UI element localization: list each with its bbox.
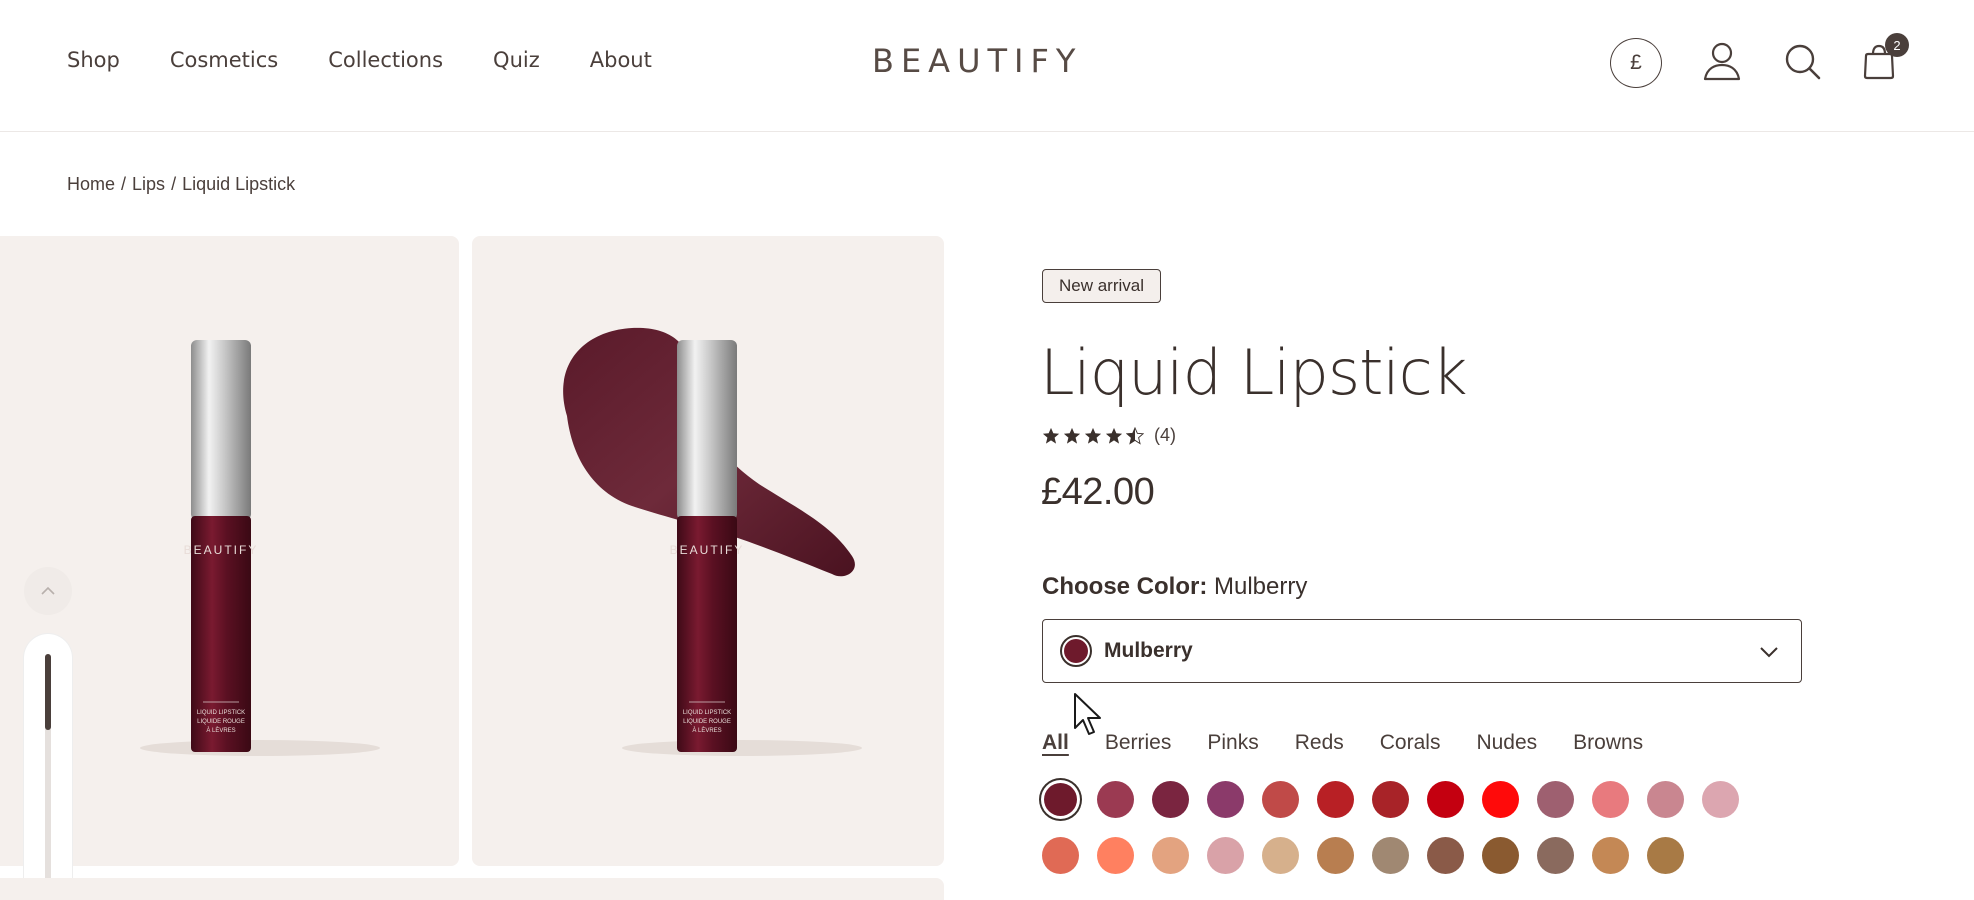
- svg-text:LIQUID LIPSTICK: LIQUID LIPSTICK: [683, 710, 731, 716]
- filter-tab-berries[interactable]: Berries: [1105, 731, 1172, 755]
- currency-symbol: £: [1630, 51, 1642, 74]
- star-icon: [1105, 427, 1123, 444]
- color-swatch[interactable]: [1262, 781, 1299, 818]
- color-swatch[interactable]: [1152, 781, 1189, 818]
- star-icon: [1063, 427, 1081, 444]
- color-filter-tabs: All Berries Pinks Reds Corals Nudes Browns: [1042, 731, 1643, 755]
- color-swatch[interactable]: [1097, 837, 1134, 874]
- breadcrumb-current: Liquid Lipstick: [182, 174, 296, 194]
- color-swatch[interactable]: [1372, 837, 1409, 874]
- nav-quiz[interactable]: Quiz: [493, 48, 540, 72]
- color-swatch[interactable]: [1372, 781, 1409, 818]
- color-swatch[interactable]: [1044, 783, 1077, 816]
- filter-tab-corals[interactable]: Corals: [1380, 731, 1441, 755]
- svg-text:LIQUIDE ROUGE: LIQUIDE ROUGE: [197, 719, 245, 725]
- star-rating: [1042, 426, 1144, 445]
- color-swatch[interactable]: [1042, 837, 1079, 874]
- product-price: £42.00: [1041, 471, 1155, 513]
- filter-tab-browns[interactable]: Browns: [1573, 731, 1643, 755]
- product-image-next[interactable]: [0, 878, 944, 900]
- selected-color-swatch: [1060, 635, 1092, 667]
- color-swatch-row: [1042, 781, 1739, 818]
- color-swatch[interactable]: [1647, 781, 1684, 818]
- color-swatch[interactable]: [1097, 781, 1134, 818]
- filter-tab-pinks[interactable]: Pinks: [1207, 731, 1258, 755]
- star-icon: [1042, 427, 1060, 444]
- color-swatch[interactable]: [1427, 837, 1464, 874]
- svg-text:LIQUIDE ROUGE: LIQUIDE ROUGE: [683, 719, 731, 725]
- breadcrumb-lips[interactable]: Lips: [132, 174, 165, 195]
- product-image-swatch[interactable]: BEAUTIFY LIQUID LIPSTICK LIQUIDE ROUGE À…: [472, 236, 944, 866]
- new-arrival-badge: New arrival: [1042, 269, 1162, 303]
- color-select-value: Mulberry: [1104, 639, 1193, 662]
- svg-text:BEAUTIFY: BEAUTIFY: [670, 543, 745, 557]
- review-count[interactable]: (4): [1154, 425, 1176, 446]
- breadcrumb-separator: /: [121, 174, 127, 194]
- choose-color-heading: Choose Color:: [1042, 573, 1208, 600]
- selected-color-name: Mulberry: [1214, 573, 1308, 600]
- scrollbar-thumb[interactable]: [45, 654, 51, 730]
- gallery-scroll-up-button[interactable]: [24, 567, 72, 615]
- color-swatch[interactable]: [1207, 837, 1244, 874]
- site-header: Shop Cosmetics Collections Quiz About BE…: [0, 0, 1974, 132]
- color-swatch[interactable]: [1152, 837, 1189, 874]
- chevron-up-icon: [41, 586, 55, 595]
- color-swatch[interactable]: [1592, 837, 1629, 874]
- mouse-cursor-icon: [1074, 693, 1101, 735]
- main-nav: Shop Cosmetics Collections Quiz About: [67, 48, 652, 72]
- svg-text:À LÈVRES: À LÈVRES: [206, 727, 235, 734]
- color-swatch[interactable]: [1537, 781, 1574, 818]
- breadcrumb-separator: /: [171, 174, 177, 194]
- svg-text:À LÈVRES: À LÈVRES: [692, 727, 721, 734]
- gallery-scrollbar[interactable]: [24, 634, 72, 900]
- color-swatch[interactable]: [1537, 837, 1574, 874]
- nav-cosmetics[interactable]: Cosmetics: [170, 48, 278, 72]
- color-swatch[interactable]: [1647, 837, 1684, 874]
- user-icon: [1703, 42, 1741, 81]
- svg-text:BEAUTIFY: BEAUTIFY: [184, 543, 259, 557]
- half-star-icon: [1126, 426, 1144, 445]
- color-swatch[interactable]: [1427, 781, 1464, 818]
- color-swatch-row: [1042, 837, 1684, 874]
- color-swatch[interactable]: [1207, 781, 1244, 818]
- svg-text:LIQUID LIPSTICK: LIQUID LIPSTICK: [197, 710, 245, 716]
- breadcrumb: Home / Lips / Liquid Lipstick: [67, 174, 295, 195]
- chevron-down-icon: [1760, 647, 1778, 658]
- search-button[interactable]: [1781, 40, 1825, 84]
- star-icon: [1084, 427, 1102, 444]
- lipstick-smear-illustration: BEAUTIFY LIQUID LIPSTICK LIQUIDE ROUGE À…: [563, 327, 862, 756]
- breadcrumb-home[interactable]: Home: [67, 174, 115, 195]
- nav-about[interactable]: About: [590, 48, 652, 72]
- nav-shop[interactable]: Shop: [67, 48, 120, 72]
- product-title: Liquid Lipstick: [1040, 336, 1468, 409]
- filter-tab-reds[interactable]: Reds: [1295, 731, 1344, 755]
- color-select-dropdown[interactable]: Mulberry: [1042, 619, 1802, 683]
- cart-count-badge: 2: [1885, 33, 1909, 57]
- color-swatch[interactable]: [1482, 837, 1519, 874]
- product-rating[interactable]: (4): [1042, 425, 1176, 446]
- nav-collections[interactable]: Collections: [328, 48, 443, 72]
- search-icon: [1785, 44, 1821, 80]
- color-swatch[interactable]: [1262, 837, 1299, 874]
- filter-tab-nudes[interactable]: Nudes: [1476, 731, 1537, 755]
- brand-logo[interactable]: BEAUTIFY: [872, 42, 1082, 80]
- account-button[interactable]: [1700, 39, 1744, 83]
- color-swatch[interactable]: [1317, 781, 1354, 818]
- filter-tab-all[interactable]: All: [1042, 731, 1069, 755]
- currency-button[interactable]: £: [1610, 38, 1662, 88]
- color-swatch[interactable]: [1702, 781, 1739, 818]
- color-swatch[interactable]: [1482, 781, 1519, 818]
- choose-color-label: Choose Color: Mulberry: [1042, 573, 1307, 601]
- color-swatch[interactable]: [1592, 781, 1629, 818]
- color-swatch[interactable]: [1317, 837, 1354, 874]
